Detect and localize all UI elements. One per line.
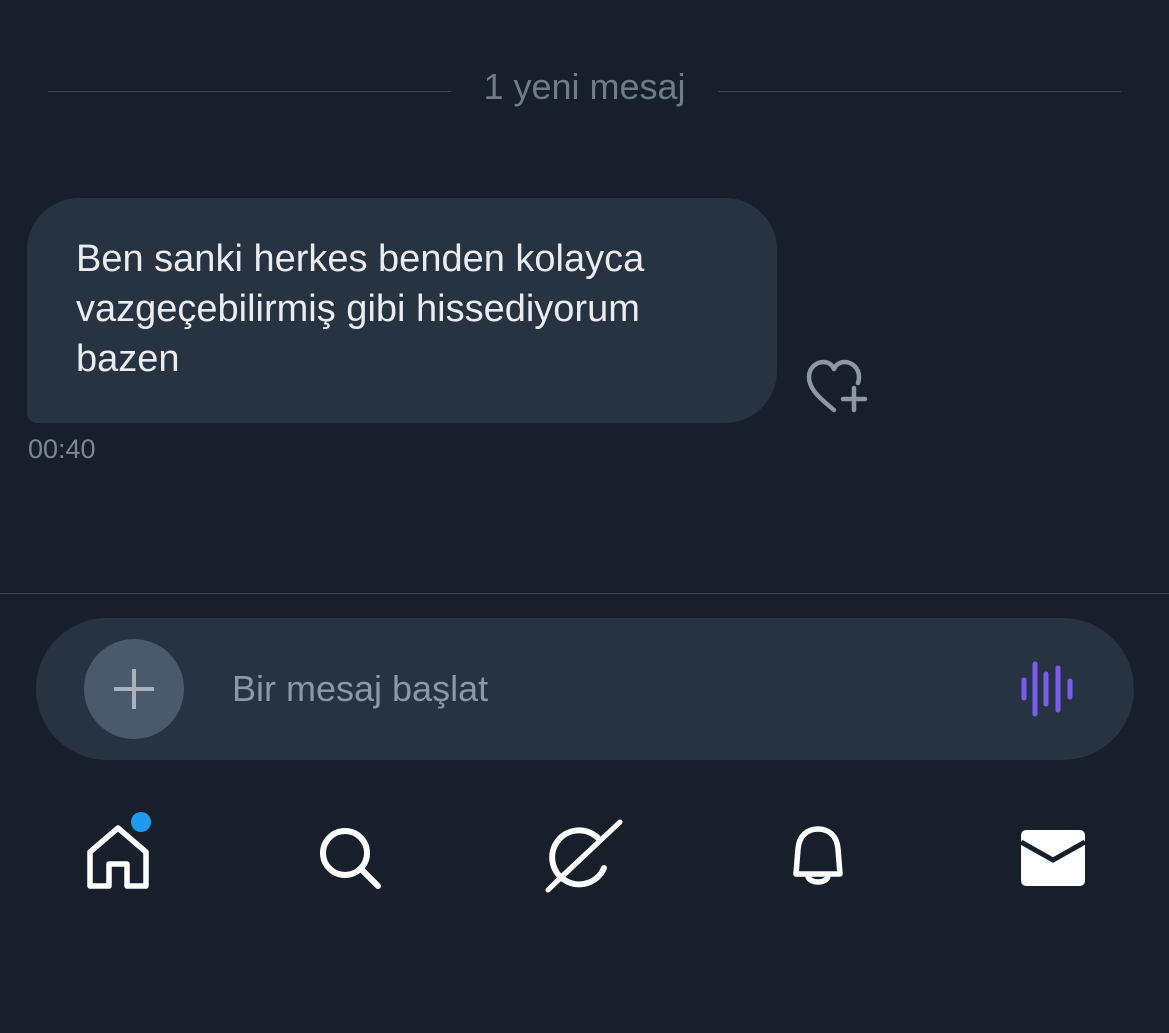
nav-messages[interactable] — [1003, 800, 1103, 920]
mail-icon — [1021, 830, 1085, 886]
dm-conversation-screen: 1 yeni mesaj Ben sanki herkes benden kol… — [0, 0, 1169, 1033]
add-reaction-button[interactable] — [804, 358, 870, 418]
search-icon — [320, 828, 381, 889]
heart-plus-icon — [806, 359, 868, 413]
nav-notifications[interactable] — [768, 800, 868, 920]
new-messages-divider: 1 yeni mesaj — [48, 64, 1121, 110]
composer-separator — [0, 593, 1169, 594]
bottom-navigation — [0, 800, 1169, 920]
message-composer — [36, 618, 1134, 760]
new-messages-label: 1 yeni mesaj — [483, 66, 686, 107]
add-attachment-button[interactable] — [84, 639, 184, 739]
nav-home[interactable] — [68, 800, 168, 920]
bell-icon — [793, 826, 843, 885]
message-text: Ben sanki herkes benden kolayca vazgeçeb… — [76, 238, 645, 380]
nav-grok[interactable] — [534, 800, 634, 920]
voice-wave-icon — [1021, 661, 1073, 717]
received-message-bubble[interactable]: Ben sanki herkes benden kolayca vazgeçeb… — [27, 198, 777, 423]
voice-message-button[interactable] — [1018, 660, 1080, 718]
message-timestamp: 00:40 — [28, 434, 96, 464]
divider-line-right — [718, 91, 1121, 92]
plus-icon — [114, 669, 154, 709]
message-input[interactable] — [232, 658, 972, 720]
home-icon — [87, 825, 149, 889]
grok-icon — [545, 819, 623, 893]
nav-search[interactable] — [300, 800, 400, 920]
notification-dot — [131, 812, 151, 832]
divider-line-left — [48, 91, 451, 92]
